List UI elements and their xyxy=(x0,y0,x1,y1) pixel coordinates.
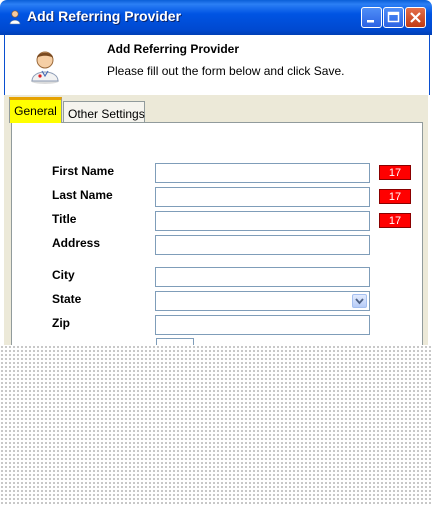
first-name-label: First Name xyxy=(52,164,115,178)
chevron-down-icon xyxy=(355,298,364,305)
title-input[interactable] xyxy=(156,212,369,230)
state-select[interactable] xyxy=(155,291,370,311)
dialog-body: General Other Settings First Name 17 Las… xyxy=(4,95,428,364)
last-name-field[interactable] xyxy=(155,187,370,207)
window-title: Add Referring Provider xyxy=(27,8,182,24)
zip-label: Zip xyxy=(52,316,70,330)
minimize-icon xyxy=(367,20,374,23)
unrendered-region xyxy=(0,345,432,505)
last-name-input[interactable] xyxy=(156,188,369,206)
close-button[interactable] xyxy=(405,7,426,28)
last-name-label: Last Name xyxy=(52,188,113,202)
maximize-icon xyxy=(387,11,400,23)
state-dropdown-button[interactable] xyxy=(352,294,367,308)
dialog-header: Add Referring Provider Please fill out t… xyxy=(4,35,430,95)
tab-general-label: General xyxy=(14,104,57,118)
close-icon xyxy=(410,12,421,23)
minimize-button[interactable] xyxy=(361,7,382,28)
city-input[interactable] xyxy=(156,268,369,286)
state-label: State xyxy=(52,292,82,306)
partial-field xyxy=(156,338,194,345)
title-limit-badge: 17 xyxy=(379,213,411,228)
address-label: Address xyxy=(52,236,101,250)
first-name-input[interactable] xyxy=(156,164,369,182)
last-name-limit-badge: 17 xyxy=(379,189,411,204)
user-icon xyxy=(9,10,21,25)
tab-other-settings-label: Other Settings xyxy=(68,107,145,121)
header-subtitle: Please fill out the form below and click… xyxy=(107,64,345,78)
doctor-icon xyxy=(31,51,59,84)
address-field[interactable] xyxy=(155,235,370,255)
title-field[interactable] xyxy=(155,211,370,231)
general-panel: First Name 17 Last Name 17 Title 17 Addr… xyxy=(11,122,423,364)
tab-other-settings[interactable]: Other Settings xyxy=(63,101,145,123)
add-referring-provider-window: Add Referring Provider Add Referring Pro… xyxy=(0,0,432,505)
city-field[interactable] xyxy=(155,267,370,287)
title-bar[interactable]: Add Referring Provider xyxy=(0,0,432,35)
city-label: City xyxy=(52,268,75,282)
header-title: Add Referring Provider xyxy=(107,42,240,56)
first-name-field[interactable] xyxy=(155,163,370,183)
first-name-limit-badge: 17 xyxy=(379,165,411,180)
zip-input[interactable] xyxy=(156,316,369,334)
address-input[interactable] xyxy=(156,236,369,254)
title-label: Title xyxy=(52,212,77,226)
zip-field[interactable] xyxy=(155,315,370,335)
tab-general[interactable]: General xyxy=(9,97,62,123)
maximize-button[interactable] xyxy=(383,7,404,28)
